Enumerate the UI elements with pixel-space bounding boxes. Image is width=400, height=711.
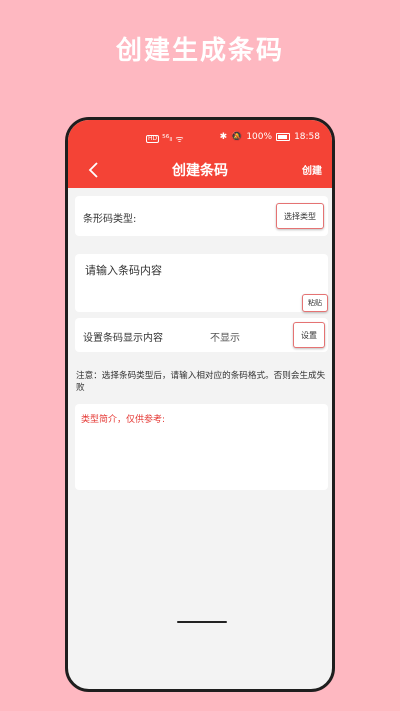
select-type-button[interactable]: 选择类型 <box>276 203 324 229</box>
page-title: 创建条码 <box>172 163 228 179</box>
promo-title: 创建生成条码 <box>115 36 284 66</box>
mute-icon: 🔕 <box>231 132 243 142</box>
app-header: HD ⁵⁶ₗₗ ᯤ ✱ 🔕 100% 18:58 创建条码 创建 <box>68 120 332 188</box>
display-content-value: 不显示 <box>210 333 240 344</box>
phone-frame: HD ⁵⁶ₗₗ ᯤ ✱ 🔕 100% 18:58 创建条码 创建 条形码类型: … <box>65 117 335 692</box>
signal-icon: ⁵⁶ₗₗ <box>162 133 173 144</box>
notice-text: 注意：选择条码类型后，请输入相对应的条码格式。否则会生成失败 <box>76 371 326 393</box>
battery-percent: 100% <box>246 132 273 142</box>
status-right: ✱ 🔕 100% 18:58 <box>220 132 320 142</box>
status-left: HD ⁵⁶ₗₗ ᯤ <box>146 132 184 145</box>
battery-icon <box>276 133 291 141</box>
content-input-card: 粘贴 <box>75 254 328 312</box>
home-indicator[interactable] <box>177 621 227 623</box>
barcode-type-label: 条形码类型: <box>83 214 137 225</box>
create-button[interactable]: 创建 <box>302 162 322 177</box>
set-display-button[interactable]: 设置 <box>293 322 325 348</box>
display-content-label: 设置条码显示内容 <box>83 333 163 344</box>
display-content-card: 设置条码显示内容 不显示 设置 <box>75 318 328 352</box>
bluetooth-icon: ✱ <box>219 132 228 142</box>
hd-badge: HD <box>146 134 160 143</box>
paste-button[interactable]: 粘贴 <box>302 294 328 312</box>
status-bar: HD ⁵⁶ₗₗ ᯤ ✱ 🔕 100% 18:58 <box>68 130 332 146</box>
wifi-icon: ᯤ <box>175 135 184 145</box>
type-intro-label: 类型简介，仅供参考: <box>81 415 166 425</box>
type-intro-card: 类型简介，仅供参考: <box>75 404 328 490</box>
barcode-content-input[interactable] <box>85 264 285 277</box>
barcode-type-card: 条形码类型: 选择类型 <box>75 196 328 236</box>
status-time: 18:58 <box>294 132 320 142</box>
nav-bar: 创建条码 创建 <box>68 156 332 184</box>
